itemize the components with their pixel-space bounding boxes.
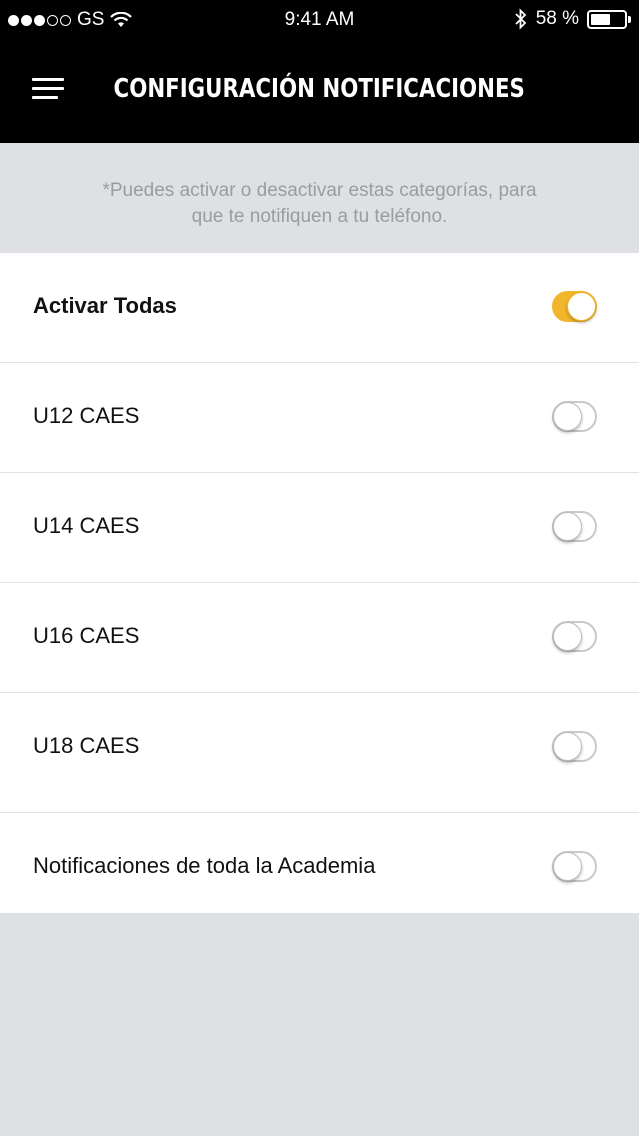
setting-label: U14 CAES bbox=[33, 513, 140, 538]
page-title: CONFIGURACIÓN NOTIFICACIONES bbox=[113, 74, 525, 104]
bluetooth-icon bbox=[515, 8, 526, 30]
screen: GS 9:41 AM 58 % CONFIGURACIÓN NOTIFICACI… bbox=[0, 0, 639, 1136]
battery-icon bbox=[587, 9, 631, 29]
setting-label: Notificaciones de toda la Academia bbox=[33, 853, 376, 878]
status-bar: GS 9:41 AM 58 % bbox=[0, 0, 639, 40]
setting-row-u18[interactable]: U18 CAES bbox=[0, 693, 639, 813]
notice-text: *Puedes activar o desactivar estas categ… bbox=[0, 143, 639, 253]
setting-row-u16[interactable]: U16 CAES bbox=[0, 583, 639, 693]
setting-row-academia[interactable]: Notificaciones de toda la Academia bbox=[0, 813, 639, 913]
notice-line-1: *Puedes activar o desactivar estas categ… bbox=[102, 180, 537, 201]
settings-list: Activar Todas U12 CAES U14 CAES U16 CAES… bbox=[0, 253, 639, 913]
setting-label: U12 CAES bbox=[33, 403, 140, 428]
toggle-switch[interactable] bbox=[552, 291, 597, 322]
setting-label: U18 CAES bbox=[33, 733, 140, 758]
setting-label: Activar Todas bbox=[33, 293, 177, 318]
toggle-switch[interactable] bbox=[552, 851, 597, 882]
status-right: 58 % bbox=[514, 8, 631, 30]
toggle-switch[interactable] bbox=[552, 401, 597, 432]
notice-line-2: que te notifiquen a tu teléfono. bbox=[191, 206, 448, 227]
setting-row-activar-todas[interactable]: Activar Todas bbox=[0, 253, 639, 363]
setting-row-u14[interactable]: U14 CAES bbox=[0, 473, 639, 583]
setting-row-u12[interactable]: U12 CAES bbox=[0, 363, 639, 473]
battery-percent: 58 % bbox=[535, 8, 579, 29]
setting-label: U16 CAES bbox=[33, 623, 140, 648]
toggle-switch[interactable] bbox=[552, 511, 597, 542]
toggle-switch[interactable] bbox=[552, 731, 597, 762]
toggle-switch[interactable] bbox=[552, 621, 597, 652]
app-header: CONFIGURACIÓN NOTIFICACIONES bbox=[0, 40, 639, 143]
